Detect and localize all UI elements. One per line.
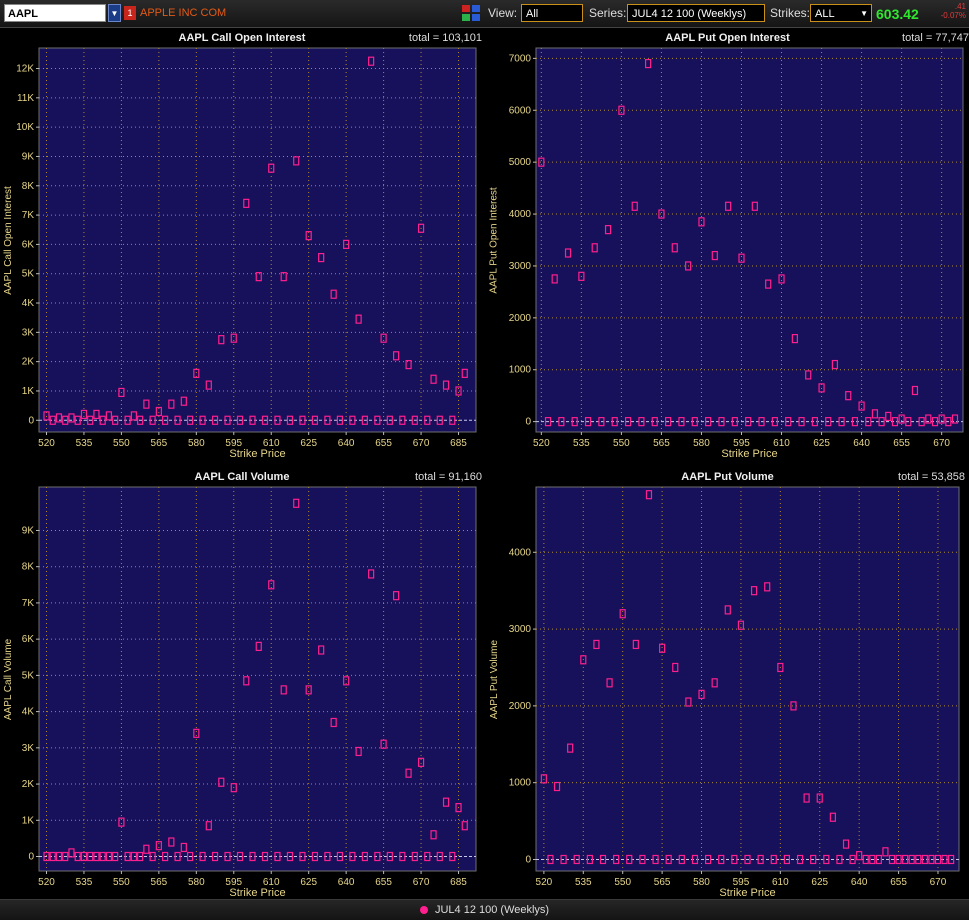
call-volume-panel: AAPL Call Volume total = 91,160 520 535 550 5… [0, 469, 484, 899]
y-tick-label: 1000 [509, 365, 532, 376]
layout-grid-icon[interactable] [462, 5, 480, 21]
view-select-value: All [526, 8, 539, 20]
plot-area [38, 486, 477, 872]
y-tick-label: 1000 [509, 778, 532, 789]
strikes-select-value: ALL [815, 8, 835, 20]
y-tick-label: 0 [525, 854, 531, 865]
y-tick-label: 5000 [509, 157, 532, 168]
put-volume-panel: AAPL Put Volume total = 53,858 520 535 550 56… [486, 469, 969, 899]
view-select[interactable]: All [521, 4, 583, 22]
y-tick-label: 7000 [509, 53, 532, 64]
y-tick-label: 12K [16, 64, 34, 75]
scatter-chart: 520 535 550 565 580 595 610 625 640 655 670 68501K2… [22, 486, 477, 888]
y-tick-label: 3K [22, 327, 35, 338]
y-tick-label: 8K [22, 562, 35, 573]
y-tick-label: 2000 [509, 313, 532, 324]
y-tick-label: 2K [22, 357, 35, 368]
y-tick-label: 4000 [509, 209, 532, 220]
link-group-badge[interactable]: 1 [124, 6, 136, 20]
y-tick-label: 10K [16, 122, 34, 133]
company-name: APPLE INC COM [140, 7, 227, 19]
symbol-dropdown-icon[interactable]: ▼ [108, 4, 121, 22]
y-axis-label: AAPL Call Volume [2, 638, 14, 720]
series-label: Series: [589, 6, 627, 20]
y-tick-label: 5K [22, 670, 35, 681]
series-select-value: JUL4 12 100 (Weeklys) [632, 8, 747, 20]
view-label: View: [488, 6, 518, 20]
y-axis-label: AAPL Call Open Interest [2, 185, 14, 295]
scatter-chart: 520 535 550 565 580 595 610 625 640 655 6700100020… [509, 486, 960, 888]
symbol-input[interactable]: AAPL [4, 4, 106, 22]
y-tick-label: 1K [22, 386, 35, 397]
price-change: .41 -0.07% [936, 2, 966, 20]
y-tick-label: 1K [22, 815, 35, 826]
y-tick-label: 6K [22, 239, 35, 250]
y-tick-label: 4000 [509, 547, 532, 558]
y-tick-label: 7K [22, 210, 35, 221]
call-open-interest-panel: AAPL Call Open Interest total = 103,101 52… [0, 30, 484, 460]
y-tick-label: 6000 [509, 105, 532, 116]
y-tick-label: 0 [525, 417, 531, 428]
x-axis-label: Strike Price [719, 887, 776, 899]
plot-area [535, 486, 960, 872]
strikes-select[interactable]: ALL ▼ [810, 4, 872, 22]
change-percent: -0.07% [940, 11, 966, 20]
scatter-chart: 520 535 550 565 580 595 610 625 640 655 6700100020… [509, 47, 964, 449]
plot-area [535, 47, 964, 433]
y-tick-label: 0 [28, 415, 34, 426]
scatter-chart: 520 535 550 565 580 595 610 625 640 655 670 68501K2… [16, 47, 477, 449]
y-tick-label: 3000 [509, 261, 532, 272]
y-tick-label: 2000 [509, 701, 532, 712]
y-tick-label: 5K [22, 269, 35, 280]
change-value: .41 [954, 2, 966, 11]
y-axis-label: AAPL Put Open Interest [488, 186, 500, 294]
x-axis-label: Strike Price [229, 448, 286, 460]
y-tick-label: 9K [22, 525, 35, 536]
y-tick-label: 0 [28, 852, 34, 863]
last-price: 603.42 [876, 6, 919, 22]
y-tick-label: 8K [22, 181, 35, 192]
toolbar: AAPL ▼ 1 APPLE INC COM View: All Series:… [0, 0, 969, 28]
legend-label: JUL4 12 100 (Weeklys) [434, 904, 550, 916]
y-tick-label: 6K [22, 634, 35, 645]
y-tick-label: 2K [22, 779, 35, 790]
y-tick-label: 3000 [509, 624, 532, 635]
y-axis-label: AAPL Put Volume [488, 639, 500, 719]
y-tick-label: 9K [22, 151, 35, 162]
y-tick-label: 3K [22, 743, 35, 754]
y-tick-label: 4K [22, 298, 35, 309]
y-tick-label: 7K [22, 598, 35, 609]
y-tick-label: 11K [17, 93, 34, 104]
x-axis-label: Strike Price [721, 448, 778, 460]
series-select[interactable]: JUL4 12 100 (Weeklys) [627, 4, 765, 22]
series-legend: JUL4 12 100 (Weeklys) [0, 899, 969, 920]
put-open-interest-panel: AAPL Put Open Interest total = 77,747 520 5… [486, 30, 969, 460]
legend-marker [419, 906, 428, 915]
plot-area [38, 47, 477, 433]
y-tick-label: 4K [22, 707, 35, 718]
chevron-down-icon: ▼ [860, 9, 868, 18]
x-axis-label: Strike Price [229, 887, 286, 899]
strikes-label: Strikes: [770, 6, 811, 20]
